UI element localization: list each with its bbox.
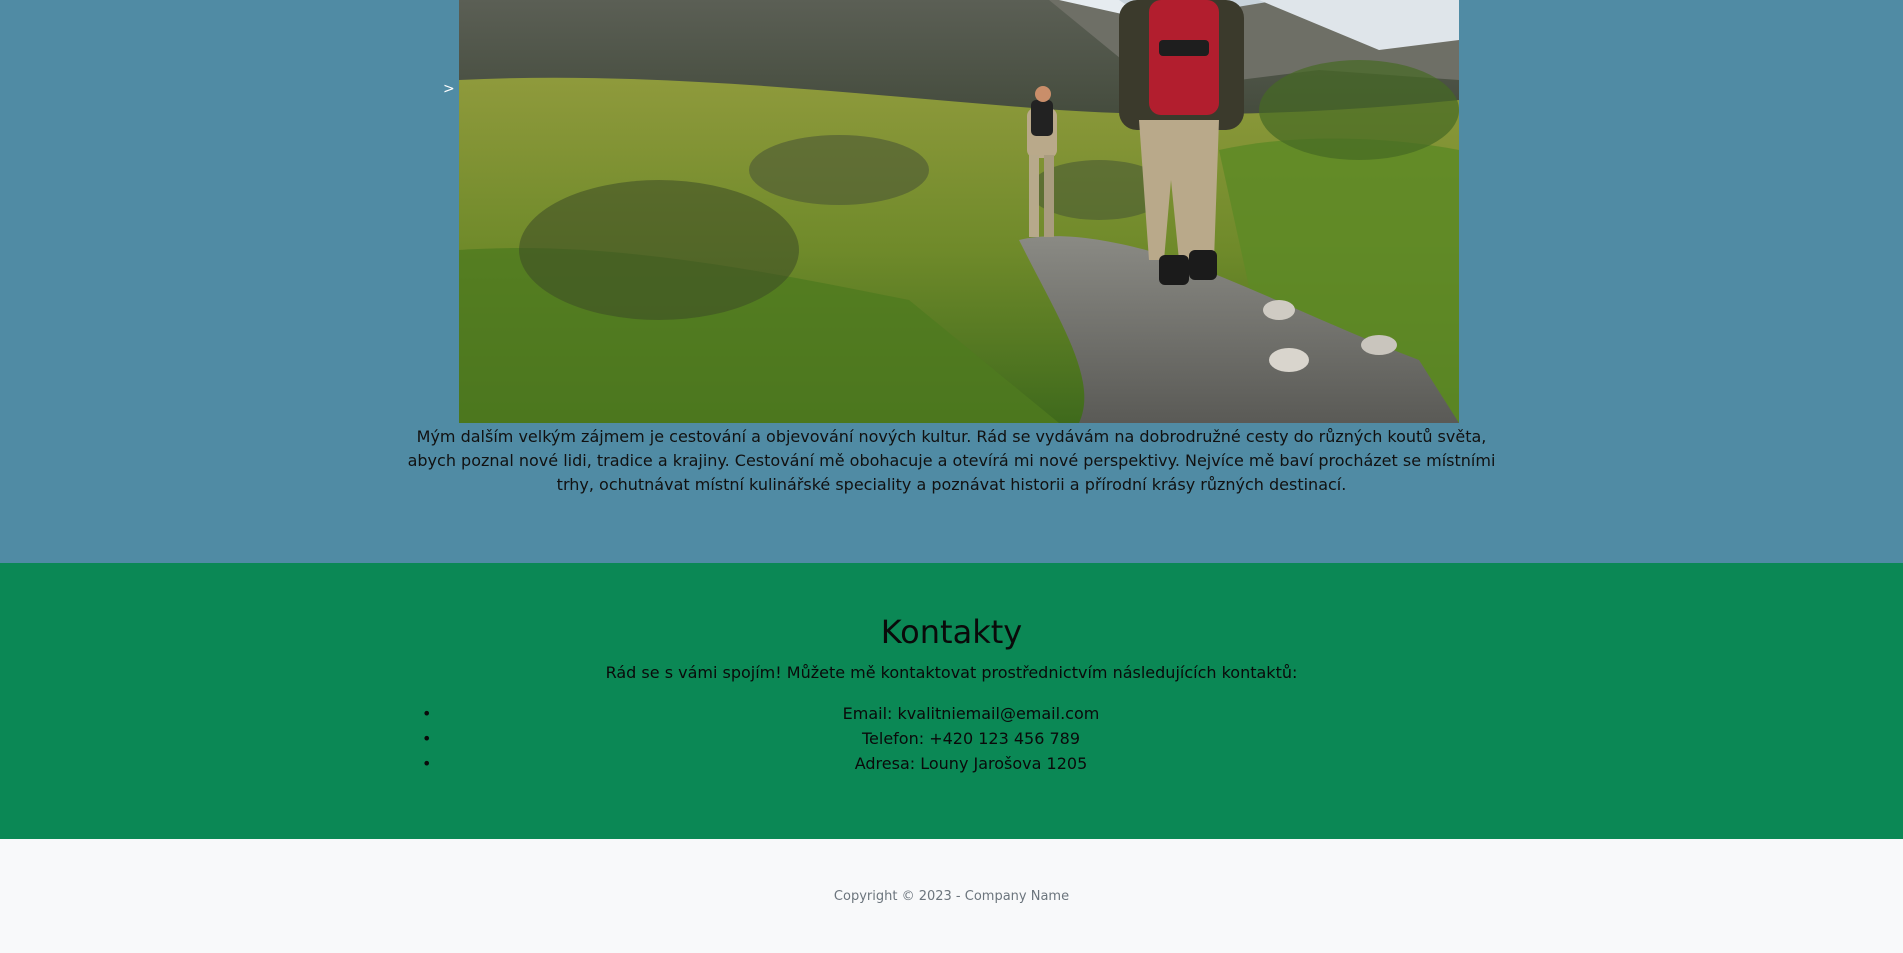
- contact-item-address: • Adresa: Louny Jarošova 1205: [422, 751, 1520, 776]
- bullet-icon: •: [422, 729, 432, 748]
- contacts-section: Kontakty Rád se s vámi spojím! Můžete mě…: [0, 563, 1903, 839]
- contact-item-email: • Email: kvalitniemail@email.com: [422, 701, 1520, 726]
- bullet-icon: •: [422, 754, 432, 773]
- contacts-list: • Email: kvalitniemail@email.com • Telef…: [422, 701, 1520, 776]
- travel-section: > Mým dalším velkým zájmem je cestování …: [0, 0, 1903, 563]
- hiking-photo: [459, 0, 1459, 423]
- bullet-icon: •: [422, 704, 432, 723]
- copyright-text: Copyright © 2023 - Company Name: [833, 889, 1070, 904]
- contacts-intro: Rád se s vámi spojím! Můžete mě kontakto…: [605, 663, 1298, 682]
- travel-description: Mým dalším velkým zájmem je cestování a …: [407, 427, 1496, 494]
- page-footer: Copyright © 2023 - Company Name: [0, 839, 1903, 953]
- contact-item-phone: • Telefon: +420 123 456 789: [422, 726, 1520, 751]
- contact-phone-text: Telefon: +420 123 456 789: [861, 729, 1081, 748]
- contact-email-text: Email: kvalitniemail@email.com: [842, 704, 1100, 723]
- slider-next-arrow[interactable]: >: [443, 80, 455, 98]
- contact-address-text: Adresa: Louny Jarošova 1205: [854, 754, 1088, 773]
- contacts-heading: Kontakty: [880, 613, 1023, 651]
